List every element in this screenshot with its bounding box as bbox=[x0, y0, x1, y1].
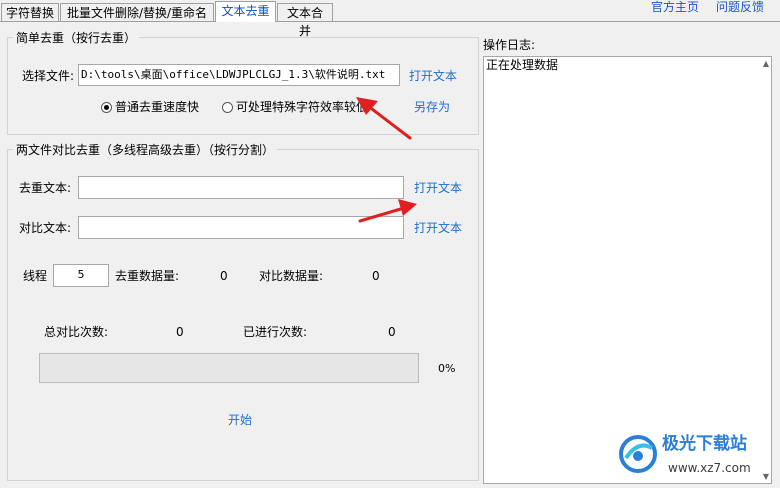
arrow-1-icon bbox=[356, 97, 412, 140]
watermark-url: www.xz7.com bbox=[668, 461, 751, 475]
aurora-logo-icon bbox=[619, 435, 657, 473]
annotation-arrows bbox=[356, 97, 417, 223]
arrow-2-icon bbox=[358, 199, 417, 223]
watermark-name: 极光下载站 bbox=[662, 434, 747, 454]
tab-text-dedup[interactable]: 文本去重 bbox=[215, 1, 276, 22]
